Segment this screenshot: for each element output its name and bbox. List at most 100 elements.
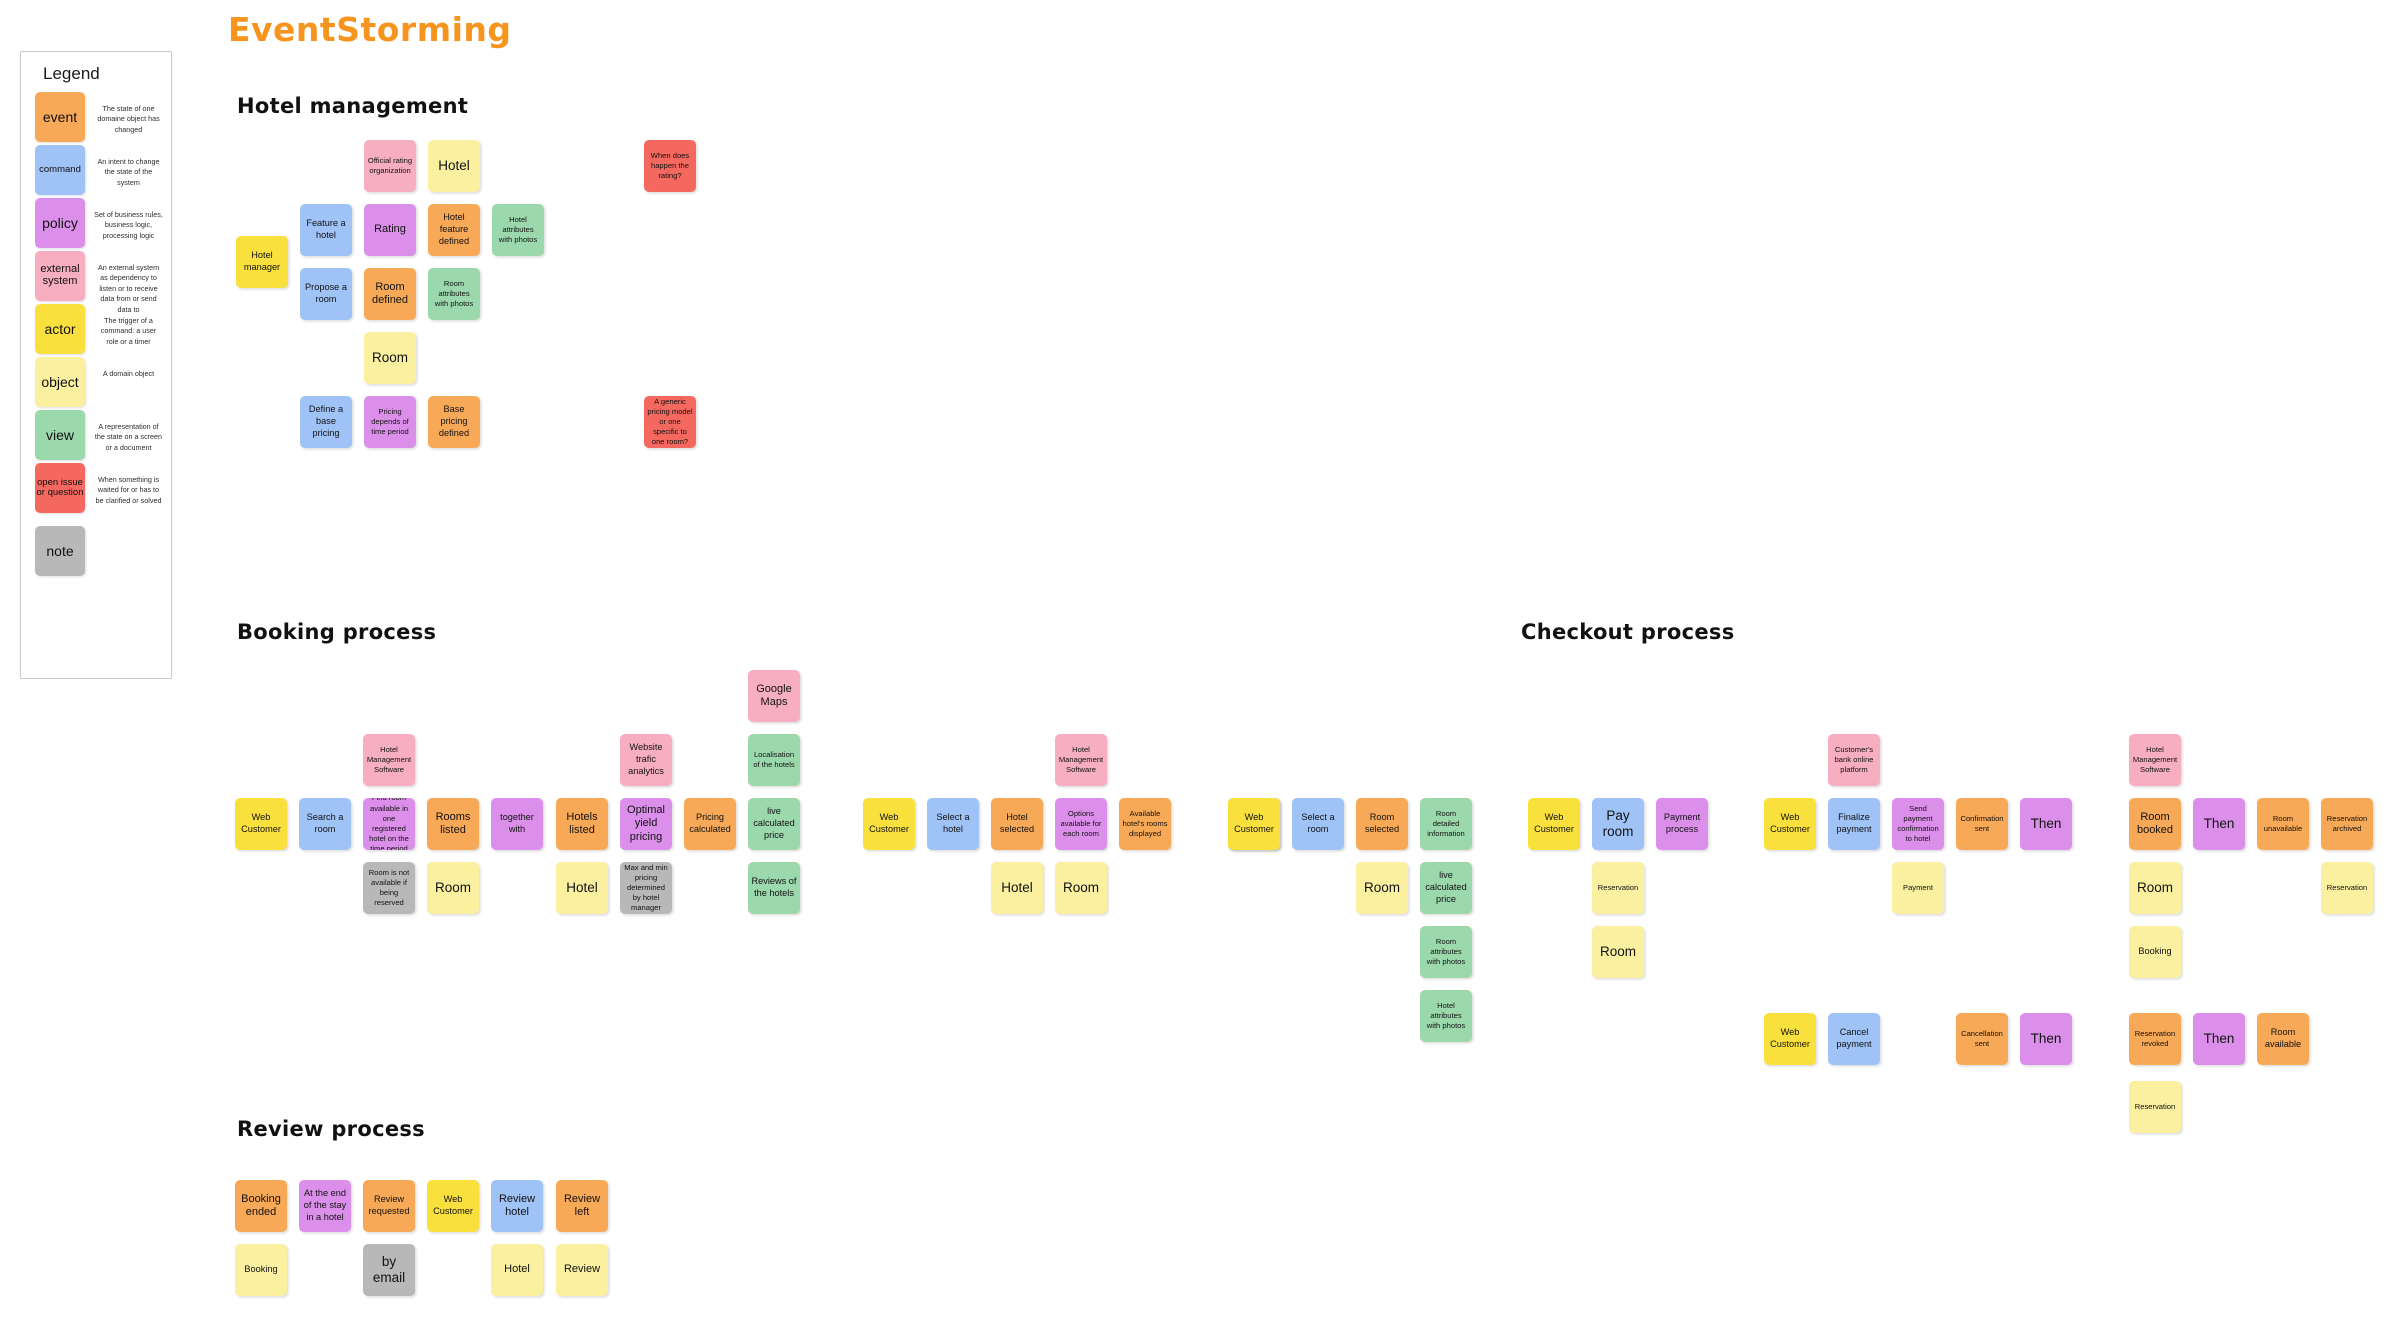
sticky-note-object-booking[interactable]: Booking <box>2129 926 2181 978</box>
sticky-note-event-room-available[interactable]: Room available <box>2257 1013 2309 1065</box>
sticky-note-policy-payment-process[interactable]: Payment process <box>1656 798 1708 850</box>
sticky-note-object-hotel[interactable]: Hotel <box>991 862 1043 914</box>
sticky-note-issue-a-generic-pricing-model-or-one-specific-[interactable]: A generic pricing model or one specific … <box>644 396 696 448</box>
sticky-note-event-hotels-listed[interactable]: Hotels listed <box>556 798 608 850</box>
sticky-note-view-hotel-attributes-with-photos[interactable]: Hotel attributes with photos <box>1420 990 1472 1042</box>
sticky-note-command-select-a-hotel[interactable]: Select a hotel <box>927 798 979 850</box>
sticky-note-command-define-a-base-pricing[interactable]: Define a base pricing <box>300 396 352 448</box>
sticky-note-policy-find-room-available-in-one-registered-ho[interactable]: Find room available in one registered ho… <box>363 798 415 850</box>
sticky-note-policy-send-payment-confirmation-to-hotel[interactable]: Send payment confirmation to hotel <box>1892 798 1944 850</box>
sticky-note-command-select-a-room[interactable]: Select a room <box>1292 798 1344 850</box>
sticky-note-object-room[interactable]: Room <box>1356 862 1408 914</box>
sticky-note-actor-web-customer[interactable]: Web Customer <box>863 798 915 850</box>
sticky-note-view-hotel-attributes-with-photos[interactable]: Hotel attributes with photos <box>492 204 544 256</box>
sticky-note-actor-web-customer[interactable]: Web Customer <box>1764 1013 1816 1065</box>
sticky-note-external-hotel-management-software[interactable]: Hotel Management Software <box>1055 734 1107 786</box>
sticky-note-object-hotel[interactable]: Hotel <box>428 140 480 192</box>
sticky-note-policy-pricing-depends-of-time-period[interactable]: Pricing depends of time period <box>364 396 416 448</box>
sticky-note-object-reservation[interactable]: Reservation <box>2321 862 2373 914</box>
sticky-note-policy-at-the-end-of-the-stay-in-a-hotel[interactable]: At the end of the stay in a hotel <box>299 1180 351 1232</box>
sticky-note-view-live-calculated-price[interactable]: live calculated price <box>748 798 800 850</box>
sticky-note-command-finalize-payment[interactable]: Finalize payment <box>1828 798 1880 850</box>
sticky-note-actor-hotel-manager[interactable]: Hotel manager <box>236 236 288 288</box>
sticky-note-view-room-detailed-information[interactable]: Room detailed information <box>1420 798 1472 850</box>
sticky-note-command-cancel-payment[interactable]: Cancel payment <box>1828 1013 1880 1065</box>
sticky-note-object-room[interactable]: Room <box>427 862 479 914</box>
sticky-note-event-room-selected[interactable]: Room selected <box>1356 798 1408 850</box>
sticky-note-event-cancellation-sent[interactable]: Cancellation sent <box>1956 1013 2008 1065</box>
sticky-note-event-rooms-listed[interactable]: Rooms listed <box>427 798 479 850</box>
sticky-note-object-room[interactable]: Room <box>1055 862 1107 914</box>
sticky-note-event-review-left[interactable]: Review left <box>556 1180 608 1232</box>
sticky-note-external-google-maps[interactable]: Google Maps <box>748 670 800 722</box>
sticky-note-event-room-booked[interactable]: Room booked <box>2129 798 2181 850</box>
sticky-note-event-room-unavailable[interactable]: Room unavailable <box>2257 798 2309 850</box>
sticky-note-object-room[interactable]: Room <box>2129 862 2181 914</box>
sticky-note-view-room-attributes-with-photos[interactable]: Room attributes with photos <box>428 268 480 320</box>
sticky-note-event-hotel-feature-defined[interactable]: Hotel feature defined <box>428 204 480 256</box>
sticky-note-command-feature-a-hotel[interactable]: Feature a hotel <box>300 204 352 256</box>
sticky-note-event-confirmation-sent[interactable]: Confirmation sent <box>1956 798 2008 850</box>
sticky-note-label: Send payment confirmation to hotel <box>1897 803 1939 844</box>
sticky-note-issue-when-does-happen-the-rating[interactable]: When does happen the rating? <box>644 140 696 192</box>
sticky-note-object-hotel[interactable]: Hotel <box>491 1244 543 1296</box>
sticky-note-policy-then[interactable]: Then <box>2020 798 2072 850</box>
sticky-note-event-hotel-selected[interactable]: Hotel selected <box>991 798 1043 850</box>
sticky-note-label: Hotels listed <box>566 810 598 836</box>
sticky-note-event-base-pricing-defined[interactable]: Base pricing defined <box>428 396 480 448</box>
sticky-note-command-search-a-room[interactable]: Search a room <box>299 798 351 850</box>
sticky-note-object-room[interactable]: Room <box>1592 926 1644 978</box>
sticky-note-event-room-defined[interactable]: Room defined <box>364 268 416 320</box>
sticky-note-policy-options-available-for-each-room[interactable]: Options available for each room <box>1055 798 1107 850</box>
sticky-note-note-max-and-min-pricing-determined-by-hotel-[interactable]: Max and min pricing determined by hotel … <box>620 862 672 914</box>
sticky-note-actor-web-customer[interactable]: Web Customer <box>1528 798 1580 850</box>
sticky-note-label: Official rating organization <box>367 155 413 175</box>
sticky-note-object-room[interactable]: Room <box>364 332 416 384</box>
sticky-note-view-reviews-of-the-hotels[interactable]: Reviews of the hotels <box>748 862 800 914</box>
sticky-note-object-reservation[interactable]: Reservation <box>1592 862 1644 914</box>
sticky-note-label: Review left <box>563 1192 601 1218</box>
sticky-note-policy-rating[interactable]: Rating <box>364 204 416 256</box>
sticky-note-label: Max and min pricing determined by hotel … <box>624 862 668 913</box>
sticky-note-actor-web-customer[interactable]: Web Customer <box>1228 798 1280 850</box>
sticky-note-policy-then[interactable]: Then <box>2193 798 2245 850</box>
sticky-note-event-pricing-calculated[interactable]: Pricing calculated <box>684 798 736 850</box>
sticky-note-label: live calculated price <box>1425 870 1467 904</box>
sticky-note-view-localisation-of-the-hotels[interactable]: Localisation of the hotels <box>748 734 800 786</box>
page-title: EventStorming <box>228 10 512 49</box>
sticky-note-label: Web Customer <box>1534 812 1574 834</box>
sticky-note-external-website-trafic-analytics[interactable]: Website trafic analytics <box>620 734 672 786</box>
sticky-note-object-review[interactable]: Review <box>556 1244 608 1296</box>
sticky-note-object-reservation[interactable]: Reservation <box>2129 1081 2181 1133</box>
sticky-note-note-by-email[interactable]: by email <box>363 1244 415 1296</box>
sticky-note-event-review-requested[interactable]: Review requested <box>363 1180 415 1232</box>
sticky-note-object-booking[interactable]: Booking <box>235 1244 287 1296</box>
sticky-note-view-room-attributes-with-photos[interactable]: Room attributes with photos <box>1420 926 1472 978</box>
sticky-note-object-payment[interactable]: Payment <box>1892 862 1944 914</box>
sticky-note-label: Room detailed information <box>1427 808 1465 839</box>
sticky-note-actor-web-customer[interactable]: Web Customer <box>427 1180 479 1232</box>
sticky-note-policy-optimal-yield-pricing[interactable]: Optimal yield pricing <box>620 798 672 850</box>
sticky-note-external-hotel-management-software[interactable]: Hotel Management Software <box>2129 734 2181 786</box>
sticky-note-object-hotel[interactable]: Hotel <box>556 862 608 914</box>
sticky-note-event-reservation-revoked[interactable]: Reservation revoked <box>2129 1013 2181 1065</box>
sticky-note-command-review-hotel[interactable]: Review hotel <box>491 1180 543 1232</box>
sticky-note-event-available-hotel-s-rooms-displayed[interactable]: Available hotel's rooms displayed <box>1119 798 1171 850</box>
sticky-note-command-pay-room[interactable]: Pay room <box>1592 798 1644 850</box>
sticky-note-actor-web-customer[interactable]: Web Customer <box>1764 798 1816 850</box>
sticky-note-external-customer-s-bank-online-platform[interactable]: Customer's bank online platform <box>1828 734 1880 786</box>
legend-row-object: object A domain object <box>35 357 163 407</box>
sticky-note-label: Reservation <box>1597 882 1639 892</box>
sticky-note-note-room-is-not-available-if-being-reserved[interactable]: Room is not available if being reserved <box>363 862 415 914</box>
sticky-note-external-hotel-management-software[interactable]: Hotel Management Software <box>363 734 415 786</box>
sticky-note-policy-together-with[interactable]: together with <box>491 798 543 850</box>
sticky-note-event-reservation-archived[interactable]: Reservation archived <box>2321 798 2373 850</box>
sticky-note-command-propose-a-room[interactable]: Propose a room <box>300 268 352 320</box>
sticky-note-policy-then[interactable]: Then <box>2020 1013 2072 1065</box>
sticky-note-label: Room <box>434 880 471 896</box>
sticky-note-view-live-calculated-price[interactable]: live calculated price <box>1420 862 1472 914</box>
sticky-note-event-booking-ended[interactable]: Booking ended <box>235 1180 287 1232</box>
sticky-note-policy-then[interactable]: Then <box>2193 1013 2245 1065</box>
sticky-note-actor-web-customer[interactable]: Web Customer <box>235 798 287 850</box>
sticky-note-external-official-rating-organization[interactable]: Official rating organization <box>364 140 416 192</box>
